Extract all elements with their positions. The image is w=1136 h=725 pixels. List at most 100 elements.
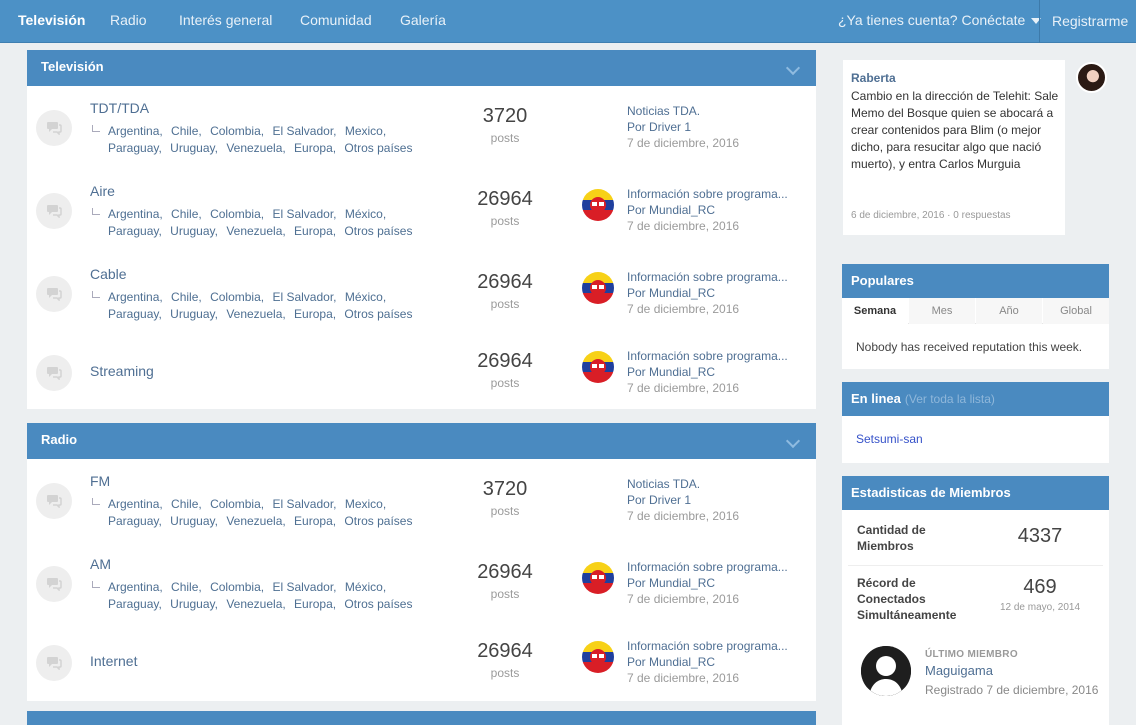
subforum-link[interactable]: Argentina,	[108, 207, 163, 221]
tab-global[interactable]: Global	[1043, 298, 1109, 324]
last-post-title[interactable]: Información sobre programa...	[627, 560, 788, 574]
tab-ano[interactable]: Año	[976, 298, 1042, 324]
last-post-author[interactable]: Por Mundial_RC	[627, 365, 715, 379]
subforum-link[interactable]: Chile,	[171, 207, 202, 221]
last-post-author[interactable]: Por Driver 1	[627, 493, 691, 507]
nav-tab-comunidad[interactable]: Comunidad	[300, 0, 372, 43]
subforum-link[interactable]: Paraguay,	[108, 224, 162, 238]
subforum-link[interactable]: México,	[345, 207, 386, 221]
subforum-link[interactable]: Venezuela,	[226, 307, 285, 321]
subforum-link[interactable]: Mexico,	[345, 497, 386, 511]
last-post-author[interactable]: Por Mundial_RC	[627, 655, 715, 669]
subforum-link[interactable]: Paraguay,	[108, 514, 162, 528]
last-post-author[interactable]: Por Mundial_RC	[627, 286, 715, 300]
forum-title-am[interactable]: AM	[90, 556, 111, 572]
subforum-link[interactable]: Uruguay,	[170, 307, 218, 321]
last-post-title[interactable]: Noticias TDA.	[627, 477, 700, 491]
subforum-link[interactable]: Otros países	[344, 597, 412, 611]
last-member-name[interactable]: Maguigama	[925, 663, 993, 678]
subforum-link[interactable]: Chile,	[171, 290, 202, 304]
last-post-title[interactable]: Información sobre programa...	[627, 349, 788, 363]
subforum-link[interactable]: El Salvador,	[272, 290, 336, 304]
venezuela-flag-avatar[interactable]	[582, 189, 614, 221]
subforum-link[interactable]: Mexico,	[345, 124, 386, 138]
nav-tab-radio[interactable]: Radio	[110, 0, 147, 43]
subforum-link[interactable]: El Salvador,	[272, 124, 336, 138]
subforum-link[interactable]: Europa,	[294, 514, 336, 528]
section-header[interactable]: Radio	[27, 423, 816, 459]
view-full-list-link[interactable]: (Ver toda la lista)	[905, 392, 995, 406]
subforum-link[interactable]: México,	[345, 580, 386, 594]
subforum-link[interactable]: Colombia,	[210, 497, 264, 511]
news-author[interactable]: Raberta	[851, 71, 896, 85]
forum-title-internet[interactable]: Internet	[90, 653, 137, 669]
subforum-link[interactable]: Colombia,	[210, 290, 264, 304]
last-post-title[interactable]: Información sobre programa...	[627, 187, 788, 201]
subforum-link[interactable]: Chile,	[171, 497, 202, 511]
subforum-link[interactable]: Colombia,	[210, 580, 264, 594]
subforum-link[interactable]: Europa,	[294, 141, 336, 155]
subforum-link[interactable]: Otros países	[344, 307, 412, 321]
nav-tab-television[interactable]: Televisión	[18, 0, 85, 43]
subforum-link[interactable]: Otros países	[344, 514, 412, 528]
subforum-link[interactable]: El Salvador,	[272, 497, 336, 511]
subforum-link[interactable]: México,	[345, 290, 386, 304]
subforum-link[interactable]: Venezuela,	[226, 597, 285, 611]
last-post-title[interactable]: Información sobre programa...	[627, 270, 788, 284]
subforum-link[interactable]: Argentina,	[108, 497, 163, 511]
register-link[interactable]: Registrarme	[1052, 0, 1128, 43]
subforum-link[interactable]: Paraguay,	[108, 307, 162, 321]
subforum-link[interactable]: Venezuela,	[226, 141, 285, 155]
collapse-chevron-icon[interactable]	[785, 60, 801, 76]
venezuela-flag-avatar[interactable]	[582, 351, 614, 383]
venezuela-flag-avatar[interactable]	[582, 562, 614, 594]
subforum-link[interactable]: Colombia,	[210, 207, 264, 221]
forum-title-tdt-tda[interactable]: TDT/TDA	[90, 100, 149, 116]
forum-title-cable[interactable]: Cable	[90, 266, 127, 282]
subforum-link[interactable]: Chile,	[171, 580, 202, 594]
collapse-chevron-icon[interactable]	[785, 433, 801, 449]
last-post-author[interactable]: Por Mundial_RC	[627, 203, 715, 217]
news-text[interactable]: Cambio en la dirección de Telehit: Sale …	[851, 88, 1063, 173]
subforum-link[interactable]: Uruguay,	[170, 514, 218, 528]
subforum-link[interactable]: Uruguay,	[170, 224, 218, 238]
subforum-link[interactable]: Venezuela,	[226, 514, 285, 528]
tab-semana[interactable]: Semana	[842, 298, 908, 324]
last-post-author[interactable]: Por Mundial_RC	[627, 576, 715, 590]
forum-title-aire[interactable]: Aire	[90, 183, 115, 199]
subforum-link[interactable]: Paraguay,	[108, 597, 162, 611]
forum-title-streaming[interactable]: Streaming	[90, 363, 154, 379]
login-dropdown[interactable]: ¿Ya tienes cuenta? Conéctate	[838, 0, 1042, 43]
news-author-avatar[interactable]	[1076, 62, 1107, 93]
online-user-link[interactable]: Setsumi-san	[842, 416, 1109, 460]
venezuela-flag-avatar[interactable]	[582, 641, 614, 673]
subforum-link[interactable]: Uruguay,	[170, 141, 218, 155]
subforum-link[interactable]: Otros países	[344, 224, 412, 238]
last-post-title[interactable]: Información sobre programa...	[627, 639, 788, 653]
member-avatar[interactable]	[861, 646, 911, 696]
last-post-title[interactable]: Noticias TDA.	[627, 104, 700, 118]
subforum-link[interactable]: Argentina,	[108, 290, 163, 304]
venezuela-flag-avatar[interactable]	[582, 272, 614, 304]
subforum-link[interactable]: El Salvador,	[272, 580, 336, 594]
subforum-link[interactable]: Argentina,	[108, 124, 163, 138]
subforum-link[interactable]: Otros países	[344, 141, 412, 155]
subforum-link[interactable]: Colombia,	[210, 124, 264, 138]
forum-title-fm[interactable]: FM	[90, 473, 110, 489]
subforum-link[interactable]: Argentina,	[108, 580, 163, 594]
forum-status-icon	[36, 110, 72, 146]
subforum-link[interactable]: Paraguay,	[108, 141, 162, 155]
nav-tab-galeria[interactable]: Galería	[400, 0, 446, 43]
nav-tab-interes-general[interactable]: Interés general	[179, 0, 272, 43]
section-header-next[interactable]	[27, 711, 816, 725]
subforum-link[interactable]: El Salvador,	[272, 207, 336, 221]
subforum-link[interactable]: Europa,	[294, 307, 336, 321]
last-post-author[interactable]: Por Driver 1	[627, 120, 691, 134]
tab-mes[interactable]: Mes	[909, 298, 975, 324]
subforum-link[interactable]: Uruguay,	[170, 597, 218, 611]
section-header[interactable]: Televisión	[27, 50, 816, 86]
subforum-link[interactable]: Venezuela,	[226, 224, 285, 238]
subforum-link[interactable]: Chile,	[171, 124, 202, 138]
subforum-link[interactable]: Europa,	[294, 597, 336, 611]
subforum-link[interactable]: Europa,	[294, 224, 336, 238]
